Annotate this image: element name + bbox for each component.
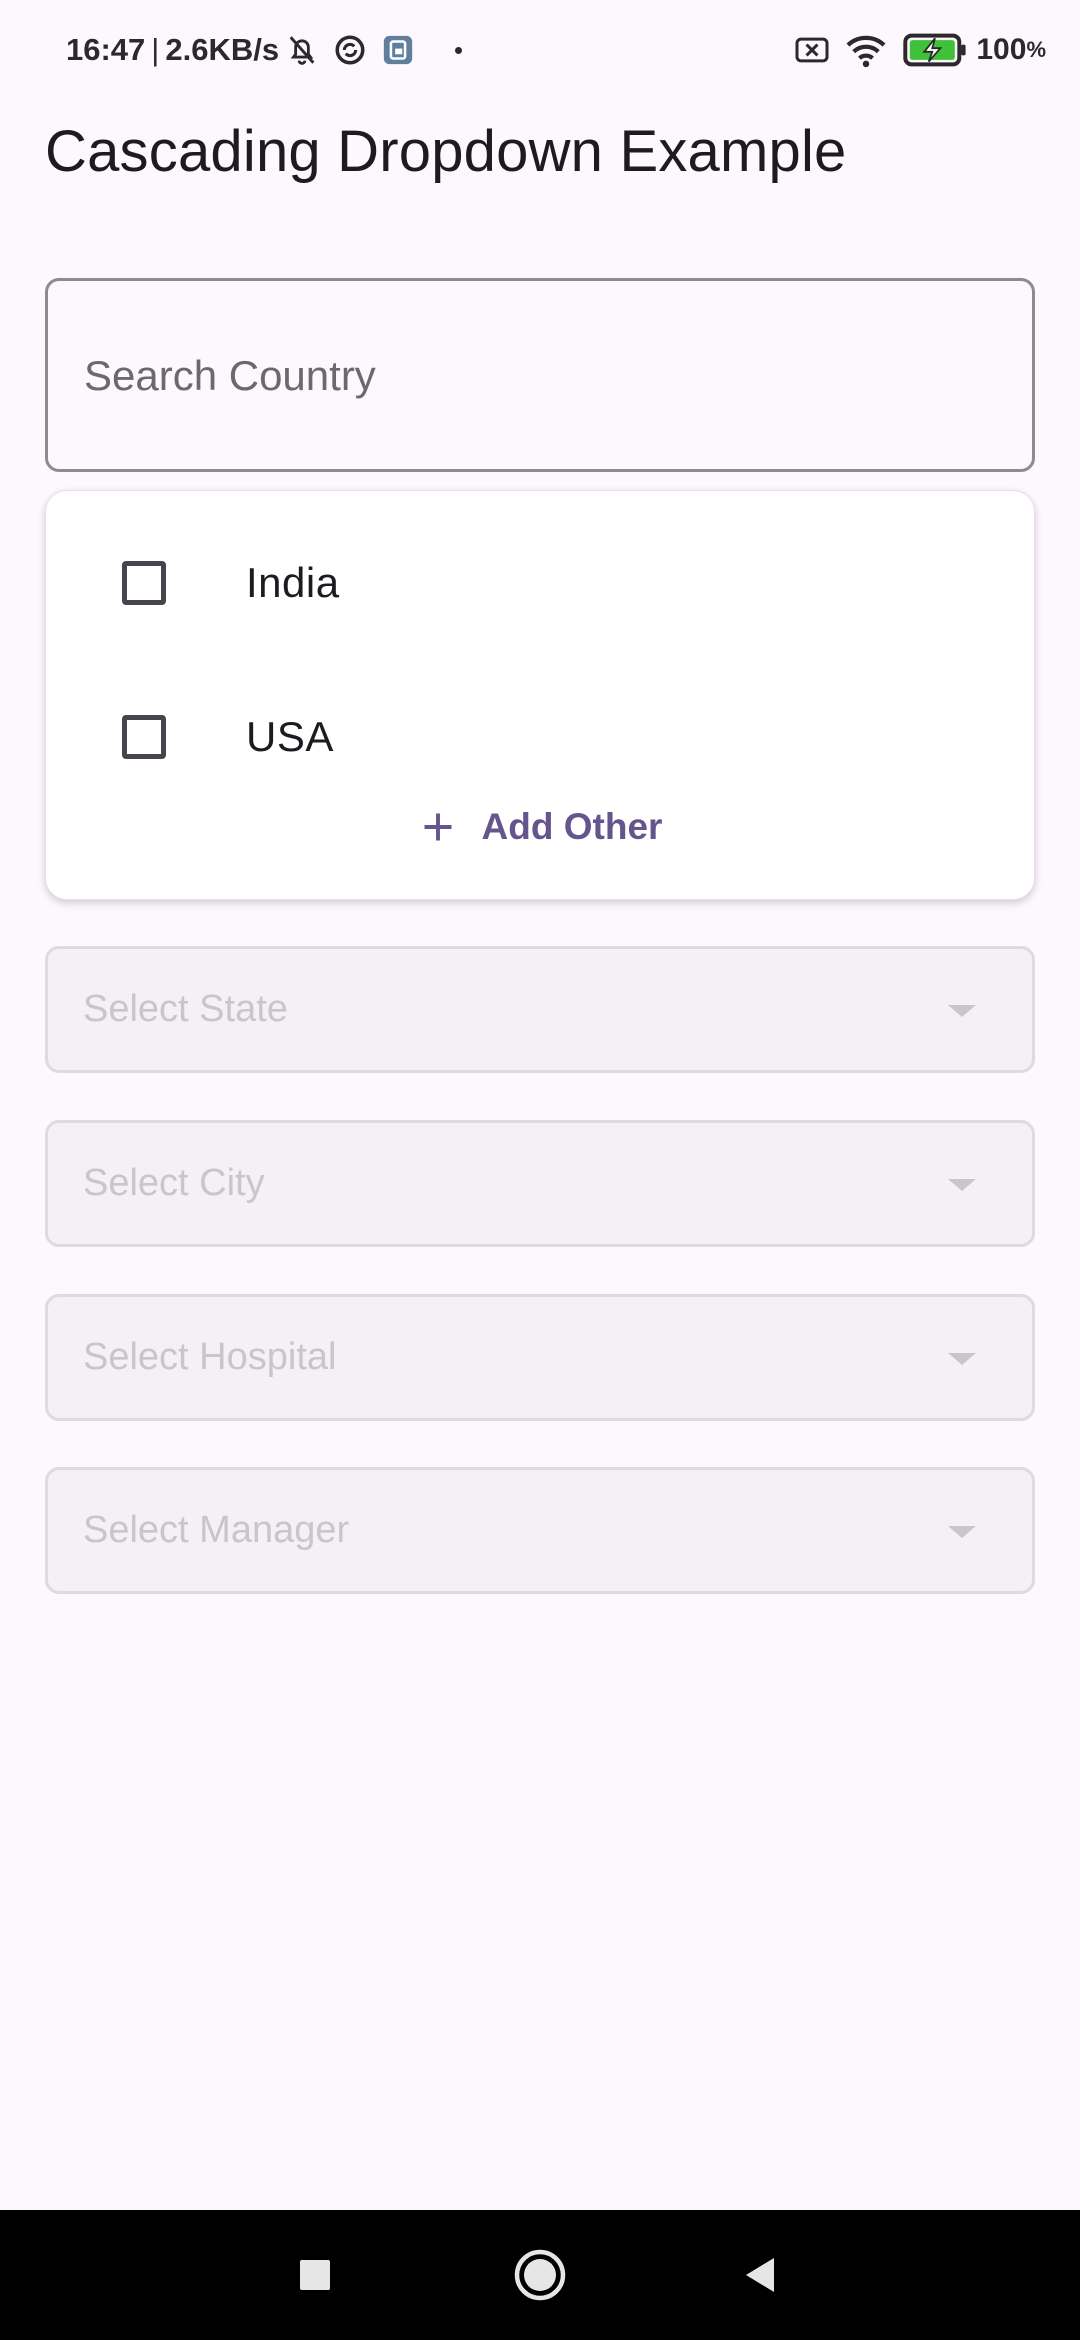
search-country-field[interactable] [45,278,1035,472]
status-left: 16:47 | 2.6KB/s [66,30,463,70]
recents-button[interactable] [255,2210,375,2340]
battery-charging-icon [903,33,966,67]
home-icon [514,2249,566,2301]
network-speed: 2.6KB/s [165,32,280,67]
back-button[interactable] [700,2210,820,2340]
status-separator: | [151,32,160,67]
status-time: 16:47 [66,32,146,67]
select-state-label: Select State [83,988,288,1030]
page-title: Cascading Dropdown Example [45,119,847,184]
caret-down-icon [948,1005,976,1017]
add-other-button[interactable]: Add Other [46,801,1036,853]
add-other-label: Add Other [481,806,663,847]
country-option-india[interactable]: India [46,528,1036,638]
select-state-dropdown[interactable]: Select State [45,946,1035,1073]
status-right: 100% [794,30,1046,70]
battery-level: 100 [976,33,1027,66]
select-manager-label: Select Manager [83,1509,350,1551]
navigation-bar [0,2210,1080,2340]
select-hospital-label: Select Hospital [83,1336,337,1378]
battery-unit: % [1026,37,1046,62]
checkbox[interactable] [122,715,166,759]
wifi-icon [846,35,886,68]
caret-down-icon [948,1179,976,1191]
bell-muted-icon [289,36,315,65]
option-label: USA [246,713,334,760]
select-city-dropdown[interactable]: Select City [45,1120,1035,1247]
option-label: India [246,559,340,606]
back-icon [746,2258,774,2292]
sync-icon [335,35,365,65]
country-option-usa[interactable]: USA [46,682,1036,792]
search-country-input[interactable] [82,281,986,471]
select-hospital-dropdown[interactable]: Select Hospital [45,1294,1035,1421]
checkbox[interactable] [122,561,166,605]
select-city-label: Select City [83,1162,265,1204]
country-dropdown-menu: India USA Add Other [45,490,1035,900]
plus-icon [424,813,452,841]
dot-icon [455,46,463,54]
caret-down-icon [948,1526,976,1538]
status-bar: 16:47 | 2.6KB/s 100 % [0,0,1080,100]
home-button[interactable] [480,2210,600,2340]
app-notification-icon [383,35,413,65]
recents-icon [300,2260,330,2290]
sim-blocked-icon [795,37,829,63]
select-manager-dropdown[interactable]: Select Manager [45,1467,1035,1594]
caret-down-icon [948,1353,976,1365]
